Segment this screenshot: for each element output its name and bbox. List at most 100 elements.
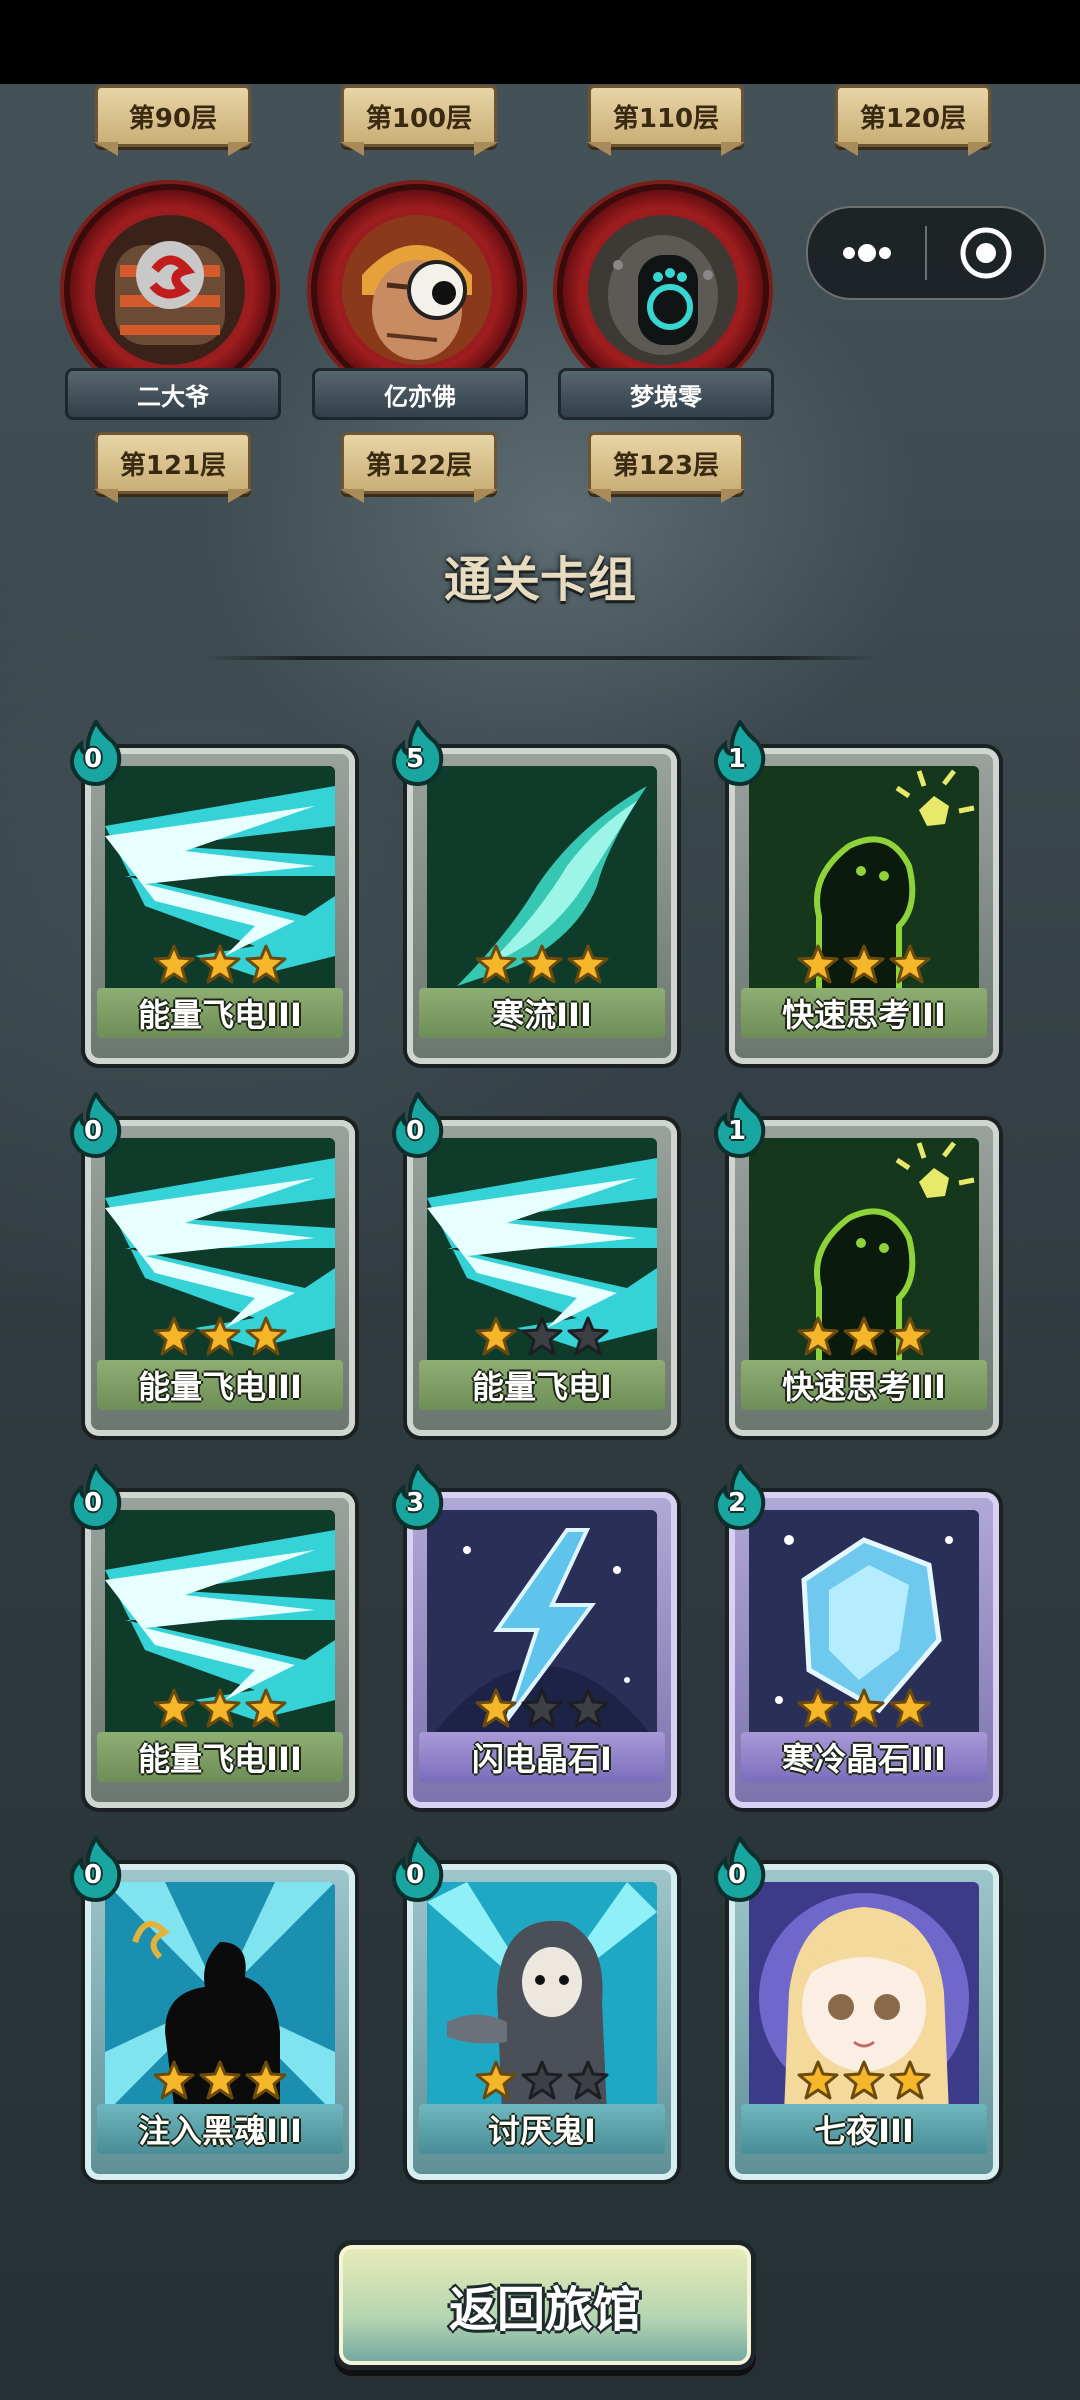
card-cost: 5 [405,744,425,774]
boss-name: 二大爷 [65,368,281,420]
deck-card[interactable]: 快速思考III 1 [714,1090,999,1436]
card-cost: 0 [405,1860,425,1890]
card-star-rating [85,1316,355,1360]
deck-card[interactable]: 闪电晶石I 3 [392,1462,677,1808]
star-filled-icon [889,1316,931,1356]
star-filled-icon [199,1316,241,1356]
dream-robot-portrait-icon [588,215,738,365]
card-name: 寒流III [419,988,665,1038]
card-name: 寒冷晶石III [741,1732,987,1782]
deck-card[interactable]: 七夜III 0 [714,1834,999,2180]
deck-card[interactable]: 能量飞电III 0 [70,718,355,1064]
deck-card[interactable]: 能量飞电I 0 [392,1090,677,1436]
close-miniprogram-button[interactable] [927,208,1044,298]
card-name: 闪电晶石I [419,1732,665,1782]
deck-card[interactable]: 讨厌鬼I 0 [392,1834,677,2180]
card-cost: 1 [727,1116,747,1146]
star-filled-icon [797,1688,839,1728]
boss-mengjingling[interactable]: 梦境零 [558,190,774,420]
card-cost-badge: 1 [711,1090,769,1159]
card-cost-badge: 0 [67,1834,125,1903]
star-filled-icon [199,1688,241,1728]
star-filled-icon [889,944,931,984]
card-cost: 0 [83,1116,103,1146]
card-cost-badge: 0 [389,1834,447,1903]
star-empty-icon [521,1688,563,1728]
star-filled-icon [475,944,517,984]
star-filled-icon [797,2060,839,2100]
star-filled-icon [843,2060,885,2100]
card-cost-badge: 0 [67,1090,125,1159]
deck-card[interactable]: 注入黑魂III 0 [70,1834,355,2180]
card-name: 七夜III [741,2104,987,2154]
card-cost-badge: 0 [67,718,125,787]
title-divider [200,656,880,660]
card-cost-badge: 2 [711,1462,769,1531]
floor-tag-120: 第120层 [835,85,991,147]
floor-tag-100: 第100层 [341,85,497,147]
card-name: 能量飞电III [97,988,343,1038]
boss-erdaye[interactable]: 二大爷 [65,190,281,420]
card-cost: 0 [83,1860,103,1890]
card-star-rating [407,1316,677,1360]
star-filled-icon [475,1688,517,1728]
card-cost: 3 [405,1488,425,1518]
deck-card[interactable]: 能量飞电III 0 [70,1090,355,1436]
star-filled-icon [843,1688,885,1728]
star-filled-icon [199,2060,241,2100]
card-star-rating [729,2060,999,2104]
card-star-rating [85,1688,355,1732]
floor-tag-122: 第122层 [341,432,497,494]
card-name: 能量飞电III [97,1360,343,1410]
star-filled-icon [843,944,885,984]
boss-name: 梦境零 [558,368,774,420]
card-star-rating [85,944,355,988]
card-name: 能量飞电III [97,1732,343,1782]
deck-card[interactable]: 寒流III 5 [392,718,677,1064]
card-cost: 2 [727,1488,747,1518]
star-empty-icon [567,1316,609,1356]
card-star-rating [85,2060,355,2104]
star-empty-icon [567,2060,609,2100]
star-filled-icon [475,2060,517,2100]
star-filled-icon [153,944,195,984]
star-filled-icon [797,944,839,984]
star-empty-icon [521,1316,563,1356]
card-name: 讨厌鬼I [419,2104,665,2154]
card-cost: 0 [405,1116,425,1146]
back-to-inn-button[interactable]: 返回旅馆 [334,2240,756,2370]
card-star-rating [407,2060,677,2104]
star-filled-icon [153,1316,195,1356]
card-cost-badge: 3 [389,1462,447,1531]
one-eyed-monk-portrait-icon [342,215,492,365]
floor-tag-90: 第90层 [95,85,251,147]
floor-tag-110: 第110层 [588,85,744,147]
star-filled-icon [245,1688,287,1728]
deck-card[interactable]: 能量飞电III 0 [70,1462,355,1808]
card-name: 能量飞电I [419,1360,665,1410]
card-cost-badge: 0 [389,1090,447,1159]
card-cost-badge: 5 [389,718,447,787]
card-cost-badge: 0 [711,1834,769,1903]
target-circle-icon [960,227,1011,279]
card-cost: 0 [83,1488,103,1518]
card-star-rating [407,1688,677,1732]
star-filled-icon [199,944,241,984]
star-filled-icon [843,1316,885,1356]
card-star-rating [729,1316,999,1360]
miniprogram-capsule [806,206,1046,300]
star-filled-icon [245,1316,287,1356]
card-name: 快速思考III [741,988,987,1038]
deck-card[interactable]: 寒冷晶石III 2 [714,1462,999,1808]
star-empty-icon [521,2060,563,2100]
more-menu-button[interactable] [808,208,925,298]
deck-card[interactable]: 快速思考III 1 [714,718,999,1064]
star-filled-icon [521,944,563,984]
star-filled-icon [475,1316,517,1356]
boss-yiyifo[interactable]: 亿亦佛 [312,190,528,420]
card-star-rating [729,944,999,988]
card-cost: 1 [727,744,747,774]
section-title: 通关卡组 [443,552,636,608]
card-name: 注入黑魂III [97,2104,343,2154]
card-star-rating [729,1688,999,1732]
